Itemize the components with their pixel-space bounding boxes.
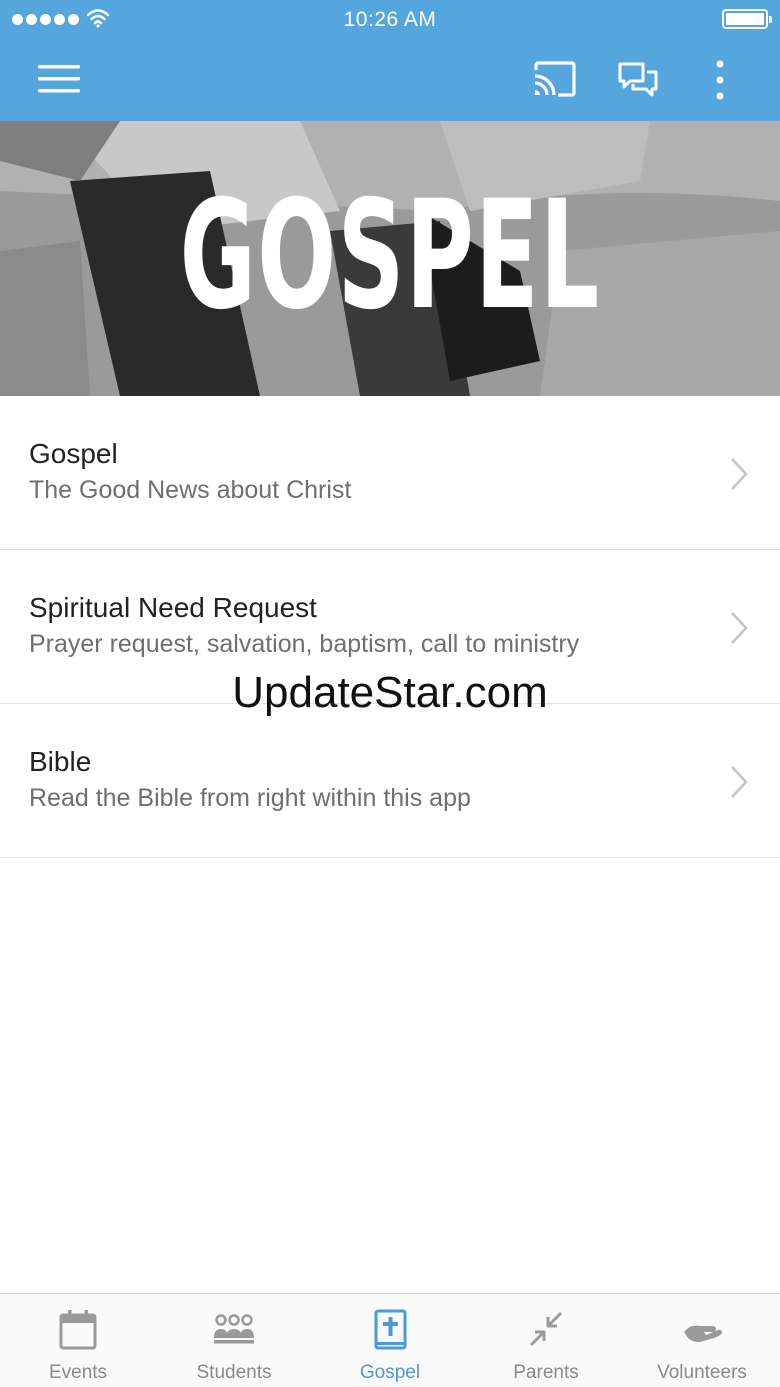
chevron-right-icon bbox=[731, 458, 748, 490]
bible-icon bbox=[374, 1309, 407, 1350]
chevron-right-icon bbox=[731, 766, 748, 798]
tab-gospel[interactable]: Gospel bbox=[312, 1294, 468, 1387]
list-item-title: Spiritual Need Request bbox=[29, 592, 317, 623]
tab-label: Events bbox=[48, 1362, 108, 1383]
list-item-bible[interactable]: Bible Read the Bible from right within t… bbox=[0, 704, 780, 858]
menu-list: Gospel The Good News about Christ Spirit… bbox=[0, 396, 780, 858]
hero-banner: GOSPEL bbox=[0, 121, 780, 396]
tab-label: Students bbox=[196, 1362, 272, 1383]
watermark-text: UpdateStar.com bbox=[232, 668, 548, 717]
list-item-subtitle: Prayer request, salvation, baptism, call… bbox=[29, 630, 580, 658]
arrows-in-icon bbox=[530, 1312, 562, 1346]
list-item-gospel[interactable]: Gospel The Good News about Christ bbox=[0, 396, 780, 550]
tab-label: Parents bbox=[513, 1362, 579, 1383]
cast-icon[interactable] bbox=[532, 60, 578, 100]
tab-label: Gospel bbox=[359, 1362, 421, 1383]
bottom-tab-bar: Events Students Gospel Parents Volunteer… bbox=[0, 1293, 780, 1387]
menu-icon[interactable] bbox=[38, 63, 82, 95]
list-item-subtitle: The Good News about Christ bbox=[29, 476, 352, 504]
status-time: 10:26 AM bbox=[343, 8, 437, 31]
calendar-icon bbox=[59, 1310, 97, 1350]
tab-students[interactable]: Students bbox=[156, 1294, 312, 1387]
chevron-right-icon bbox=[731, 612, 748, 644]
list-item-title: Bible bbox=[29, 746, 92, 777]
list-item-title: Gospel bbox=[29, 438, 118, 469]
status-bar: 10:26 AM bbox=[0, 0, 780, 40]
tab-volunteers[interactable]: Volunteers bbox=[624, 1294, 780, 1387]
chat-icon[interactable] bbox=[617, 60, 659, 100]
helping-hand-icon bbox=[684, 1325, 722, 1342]
more-vertical-icon[interactable] bbox=[708, 58, 732, 102]
battery-icon bbox=[722, 9, 772, 29]
list-item-subtitle: Read the Bible from right within this ap… bbox=[29, 784, 471, 812]
hero-title: GOSPEL bbox=[179, 169, 601, 343]
app-header: 10:26 AM bbox=[0, 0, 780, 121]
people-icon bbox=[214, 1314, 254, 1344]
tab-events[interactable]: Events bbox=[0, 1294, 156, 1387]
tab-label: Volunteers bbox=[657, 1362, 747, 1383]
tab-parents[interactable]: Parents bbox=[468, 1294, 624, 1387]
